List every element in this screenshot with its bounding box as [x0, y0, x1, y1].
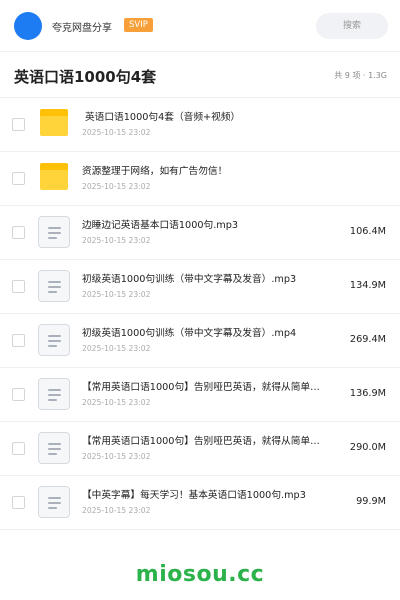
list-item[interactable]: 【常用英语口语1000句】告别哑巴英语，就得从简单… 2025-10-15 23… — [0, 422, 400, 476]
watermark: miosou.cc — [135, 562, 265, 587]
file-name[interactable]: 【中英字幕】每天学习！基本英语口语1000句.mp3 — [82, 487, 350, 501]
select-checkbox[interactable] — [12, 172, 25, 185]
folder-icon — [38, 162, 70, 194]
file-name[interactable]: 初级英语1000句训练（带中文字幕及发音）.mp4 — [82, 325, 350, 339]
select-checkbox[interactable] — [12, 496, 25, 509]
select-checkbox[interactable] — [12, 388, 25, 401]
file-date: 2025-10-15 23:02 — [82, 452, 151, 461]
item-count: 共 9 项 · 1.3G — [334, 71, 387, 80]
file-icon — [38, 378, 70, 410]
file-date: 2025-10-15 23:02 — [82, 236, 151, 245]
file-size: 99.9M — [356, 496, 386, 507]
select-checkbox[interactable] — [12, 334, 25, 347]
file-name[interactable]: 资源整理于网络，如有广告勿信！ — [82, 163, 350, 177]
app-name: 夸克网盘分享 — [52, 23, 112, 34]
file-name[interactable]: 英语口语1000句4套（音频+视频） — [85, 109, 353, 123]
file-icon — [38, 486, 70, 518]
select-checkbox[interactable] — [12, 442, 25, 455]
list-item[interactable]: 初级英语1000句训练（带中文字幕及发音）.mp3 2025-10-15 23:… — [0, 260, 400, 314]
file-date: 2025-10-15 23:02 — [82, 290, 151, 299]
list-item[interactable]: 【中英字幕】每天学习！基本英语口语1000句.mp3 2025-10-15 23… — [0, 476, 400, 530]
file-size: 290.0M — [349, 442, 386, 453]
file-icon — [38, 432, 70, 464]
file-name[interactable]: 边睡边记英语基本口语1000句.mp3 — [82, 217, 350, 231]
file-icon — [38, 324, 70, 356]
svip-badge[interactable]: SVIP — [124, 18, 153, 32]
file-size: 134.9M — [349, 280, 386, 291]
select-checkbox[interactable] — [12, 280, 25, 293]
folder-icon — [38, 108, 70, 140]
folder-header: 英语口语1000句4套 共 9 项 · 1.3G — [0, 52, 400, 98]
search-input[interactable]: 搜索 — [316, 13, 388, 39]
list-item[interactable]: 资源整理于网络，如有广告勿信！ 2025-10-15 23:02 — [0, 152, 400, 206]
list-item[interactable]: 英语口语1000句4套（音频+视频） 2025-10-15 23:02 — [0, 98, 400, 152]
top-bar: 夸克网盘分享 SVIP 搜索 — [0, 0, 400, 52]
avatar[interactable] — [14, 12, 42, 40]
file-date: 2025-10-15 23:02 — [82, 182, 151, 191]
file-size: 136.9M — [349, 388, 386, 399]
list-item[interactable]: 边睡边记英语基本口语1000句.mp3 2025-10-15 23:02 106… — [0, 206, 400, 260]
list-item[interactable]: 初级英语1000句训练（带中文字幕及发音）.mp4 2025-10-15 23:… — [0, 314, 400, 368]
file-size: 106.4M — [349, 226, 386, 237]
file-date: 2025-10-15 23:02 — [82, 506, 151, 515]
file-date: 2025-10-15 23:02 — [82, 398, 151, 407]
file-icon — [38, 270, 70, 302]
file-icon — [38, 216, 70, 248]
page-title: 英语口语1000句4套 — [14, 68, 157, 86]
file-name[interactable]: 初级英语1000句训练（带中文字幕及发音）.mp3 — [82, 271, 350, 285]
file-list: 英语口语1000句4套（音频+视频） 2025-10-15 23:02 资源整理… — [0, 98, 400, 530]
select-checkbox[interactable] — [12, 118, 25, 131]
file-date: 2025-10-15 23:02 — [82, 344, 151, 353]
list-item[interactable]: 【常用英语口语1000句】告别哑巴英语，就得从简单… 2025-10-15 23… — [0, 368, 400, 422]
file-name[interactable]: 【常用英语口语1000句】告别哑巴英语，就得从简单… — [82, 379, 350, 393]
file-date: 2025-10-15 23:02 — [82, 128, 151, 137]
file-name[interactable]: 【常用英语口语1000句】告别哑巴英语，就得从简单… — [82, 433, 350, 447]
file-size: 269.4M — [349, 334, 386, 345]
select-checkbox[interactable] — [12, 226, 25, 239]
